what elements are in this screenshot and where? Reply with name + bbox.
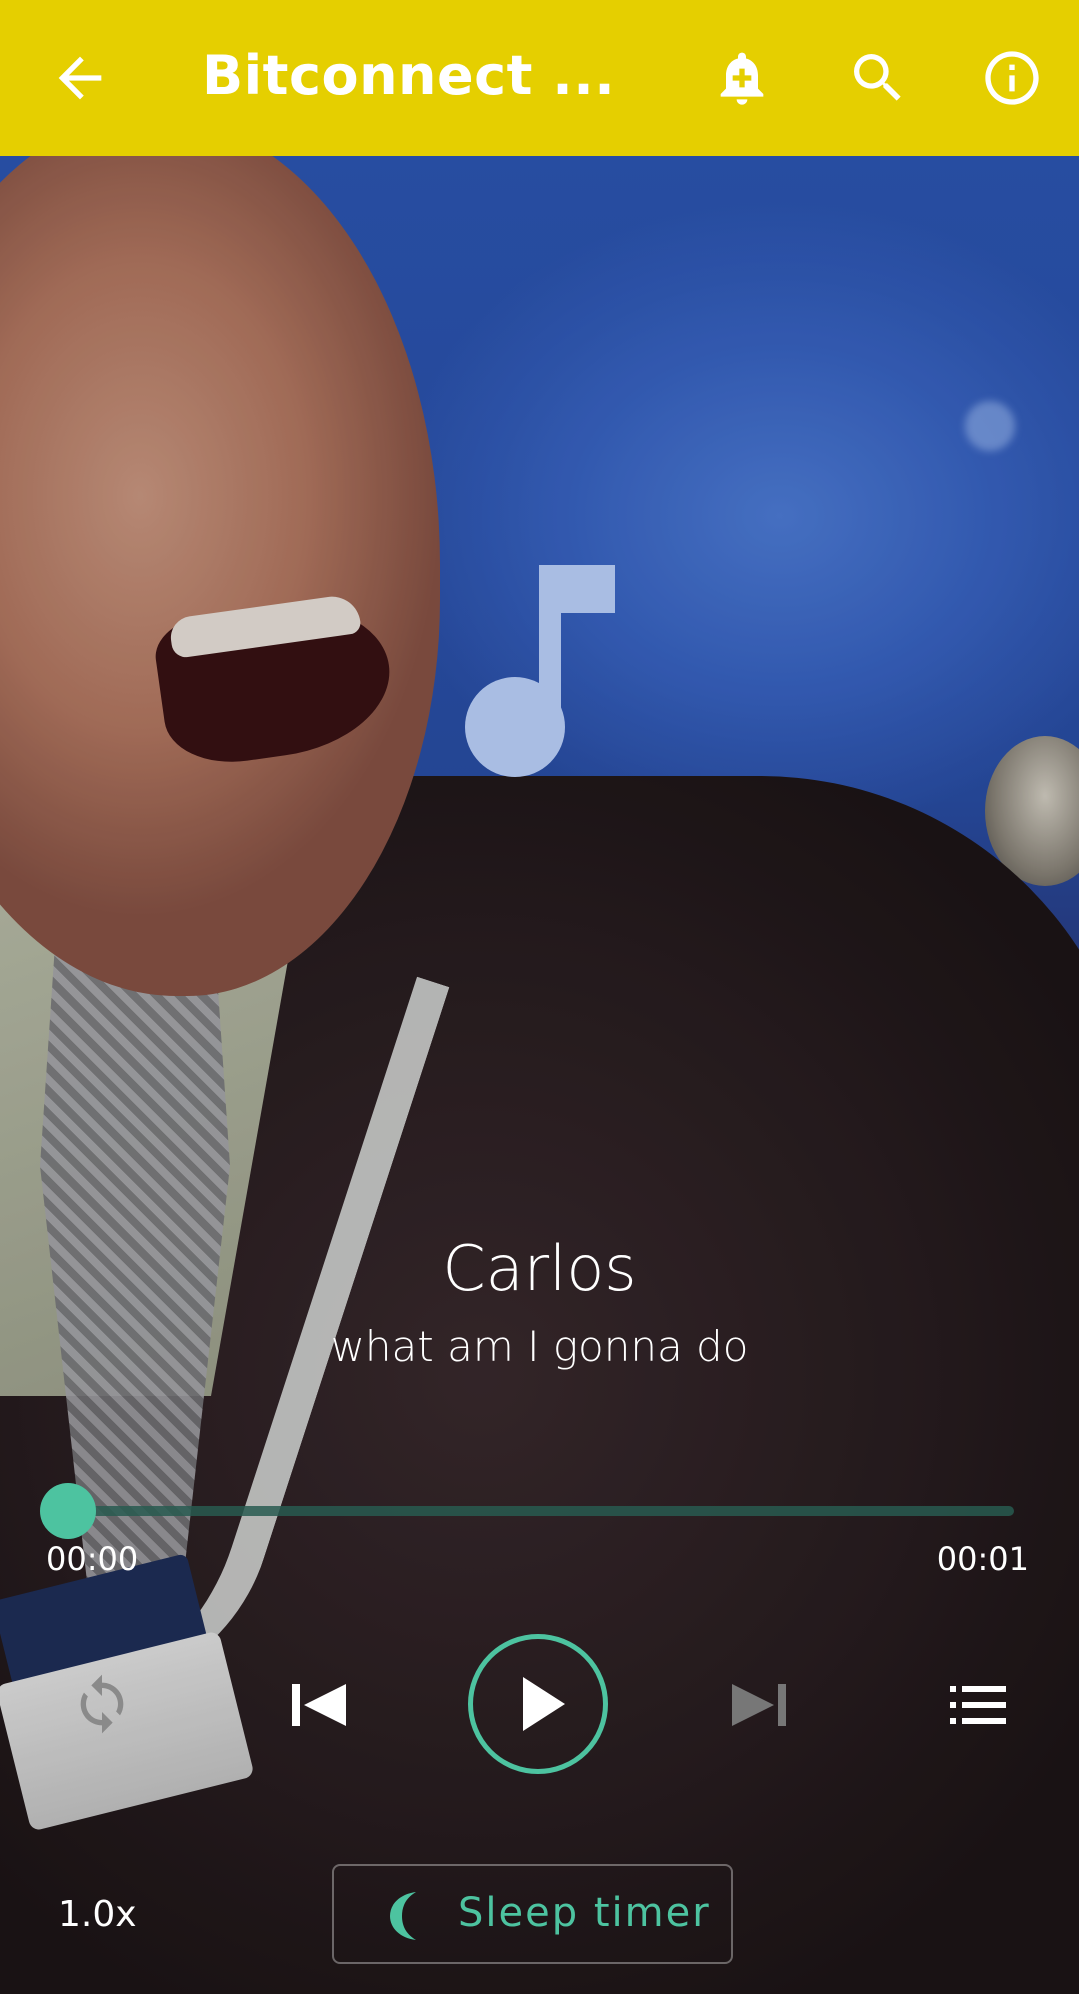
back-arrow-icon[interactable] bbox=[48, 46, 112, 110]
app-bar: Bitconnect ... bbox=[0, 0, 1079, 156]
info-icon[interactable] bbox=[980, 46, 1044, 110]
seek-thumb[interactable] bbox=[40, 1483, 96, 1539]
page-title: Bitconnect ... bbox=[202, 44, 616, 107]
track-subtitle: what am I gonna do bbox=[330, 1322, 749, 1371]
queue-icon[interactable] bbox=[950, 1680, 1006, 1730]
previous-icon[interactable] bbox=[290, 1680, 348, 1730]
search-icon[interactable] bbox=[846, 46, 910, 110]
moon-icon bbox=[386, 1890, 434, 1942]
repeat-icon[interactable] bbox=[70, 1672, 134, 1736]
playback-speed[interactable]: 1.0x bbox=[58, 1894, 137, 1935]
duration-time: 00:01 bbox=[936, 1540, 1029, 1578]
track-title: Carlos bbox=[442, 1232, 637, 1305]
seek-bar[interactable] bbox=[68, 1506, 1014, 1516]
sleep-timer-button[interactable]: Sleep timer bbox=[332, 1864, 733, 1964]
elapsed-time: 00:00 bbox=[46, 1540, 139, 1578]
add-alarm-icon[interactable] bbox=[710, 46, 774, 110]
sleep-timer-label: Sleep timer bbox=[458, 1890, 711, 1936]
music-note-icon bbox=[465, 565, 615, 780]
next-icon[interactable] bbox=[730, 1680, 788, 1730]
play-icon bbox=[523, 1677, 565, 1731]
play-button[interactable] bbox=[468, 1634, 608, 1774]
